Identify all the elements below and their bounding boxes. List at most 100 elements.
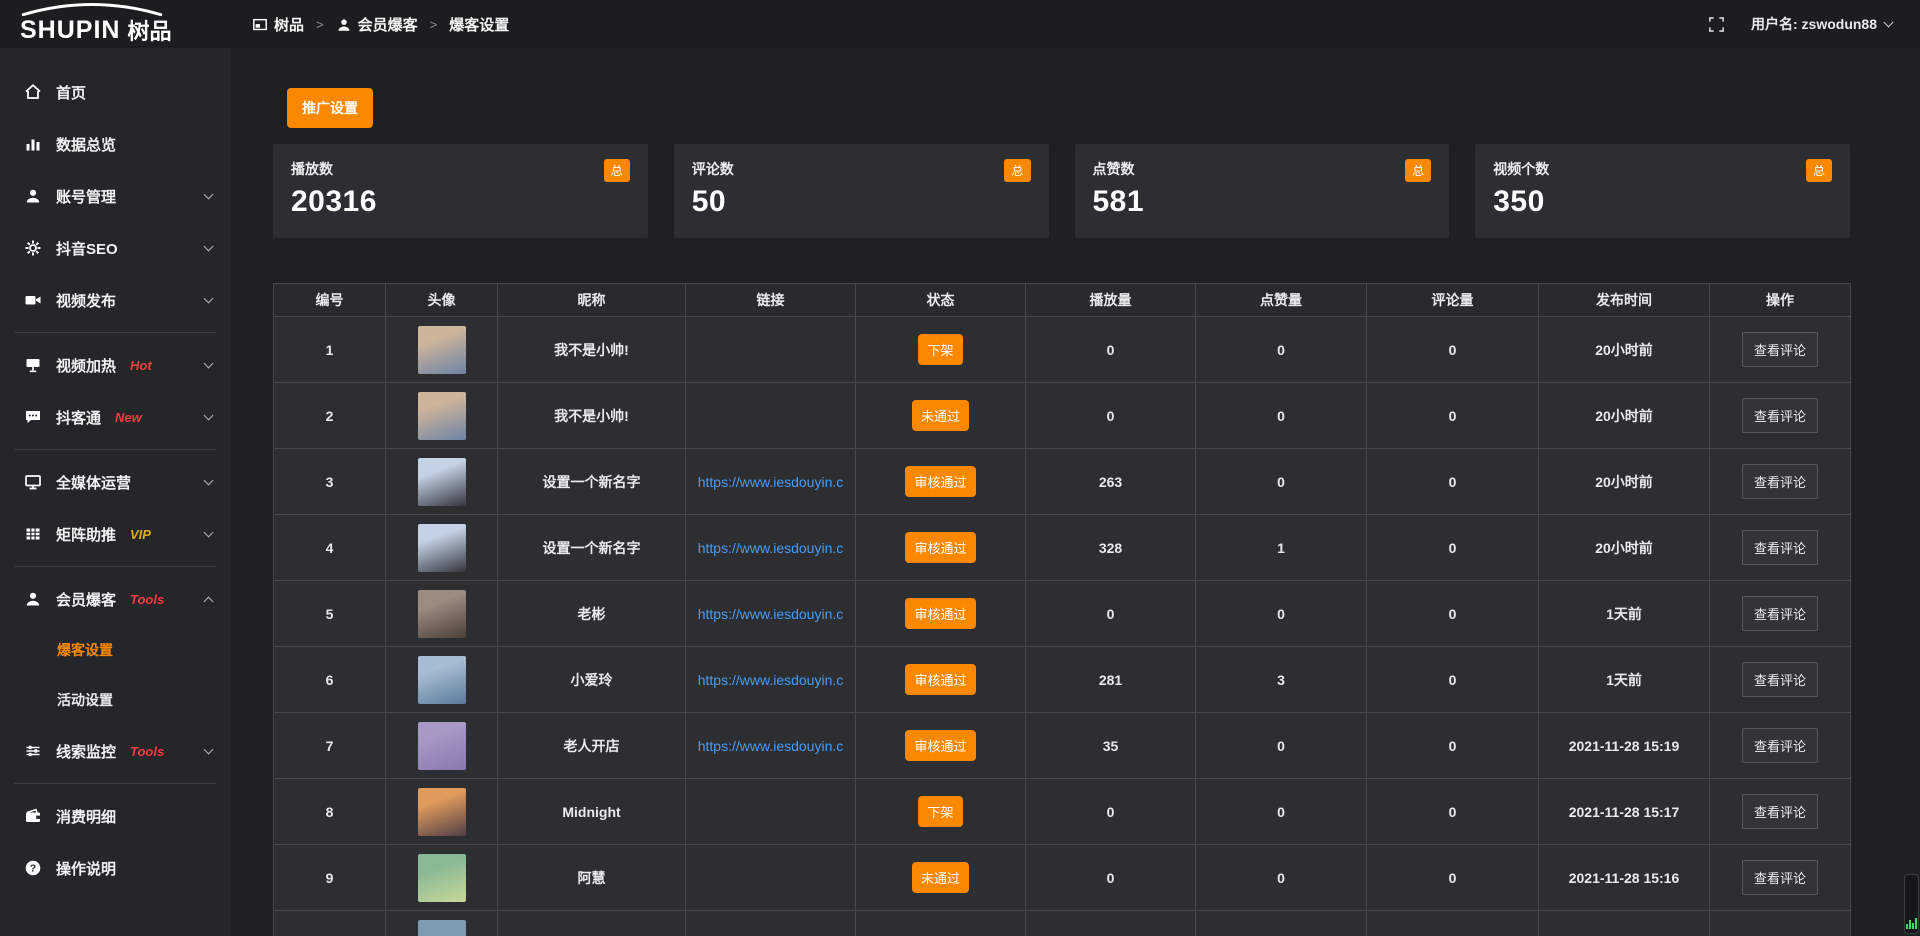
action-cell: [1710, 911, 1851, 936]
fullscreen-icon[interactable]: [1708, 16, 1725, 33]
sidebar-subitem-label: 爆客设置: [57, 640, 113, 660]
action-cell: 查看评论: [1710, 317, 1851, 383]
screen-icon: [24, 356, 42, 374]
table-header-0: 编号: [274, 284, 386, 317]
view-comments-button[interactable]: 查看评论: [1742, 596, 1818, 631]
breadcrumb-label: 会员爆客: [358, 14, 418, 35]
stat-card-videos: 视频个数 总 350: [1475, 144, 1850, 238]
video-link[interactable]: https://www.iesdouyin.c: [698, 606, 844, 622]
table-header-3: 链接: [686, 284, 856, 317]
total-badge: 总: [1405, 159, 1431, 182]
sidebar-item-data-overview[interactable]: 数据总览: [0, 118, 230, 170]
avatar: [418, 854, 466, 902]
avatar: [418, 722, 466, 770]
video-icon: [24, 291, 42, 309]
comments-count: 0: [1367, 647, 1539, 713]
user-icon: [336, 16, 352, 32]
member-icon: [24, 590, 42, 608]
stat-card-comments: 评论数 总 50: [674, 144, 1049, 238]
sidebar-item-operation-guide[interactable]: ?操作说明: [0, 842, 230, 894]
equalizer-bars-icon: [1906, 918, 1917, 929]
avatar: [418, 392, 466, 440]
status-badge[interactable]: 审核通过: [905, 730, 975, 761]
video-link[interactable]: https://www.iesdouyin.c: [698, 474, 844, 490]
user-menu[interactable]: 用户名: zswodun88: [1751, 14, 1892, 34]
sidebar-item-matrix-boost[interactable]: 矩阵助推VIP: [0, 508, 230, 560]
status-badge[interactable]: 审核通过: [905, 664, 975, 695]
view-comments-button[interactable]: 查看评论: [1742, 530, 1818, 565]
wallet-icon: [24, 807, 42, 825]
floating-widget[interactable]: [1904, 874, 1919, 934]
breadcrumb-separator: >: [316, 17, 324, 32]
sidebar-item-label: 账号管理: [56, 186, 116, 207]
plays-count: 0: [1026, 845, 1196, 911]
grid-icon: [24, 525, 42, 543]
sidebar-item-media-operation[interactable]: 全媒体运营: [0, 456, 230, 508]
stats-row: 播放数 总 20316 评论数 总 50 点赞数 总 581: [273, 144, 1850, 238]
sidebar-divider: [14, 332, 216, 333]
table-header-1: 头像: [386, 284, 498, 317]
sidebar-item-clue-monitor[interactable]: 线索监控Tools: [0, 725, 230, 777]
view-comments-button[interactable]: 查看评论: [1742, 728, 1818, 763]
chevron-down-icon: [204, 294, 214, 304]
sidebar-item-home[interactable]: 首页: [0, 66, 230, 118]
logo-text-cn: 树品: [127, 21, 171, 43]
chat-icon: [24, 408, 42, 426]
nickname: 设置一个新名字: [498, 449, 686, 515]
table-row: 8Midnight下架0002021-11-28 15:17查看评论: [274, 779, 1851, 845]
view-comments-button[interactable]: 查看评论: [1742, 464, 1818, 499]
status-cell: [856, 911, 1026, 936]
sidebar-item-consume-detail[interactable]: 消费明细: [0, 790, 230, 842]
row-number: 7: [274, 713, 386, 779]
sidebar-item-account-manage[interactable]: 账号管理: [0, 170, 230, 222]
sidebar-item-douyin-seo[interactable]: 抖音SEO: [0, 222, 230, 274]
action-cell: 查看评论: [1710, 383, 1851, 449]
view-comments-button[interactable]: 查看评论: [1742, 398, 1818, 433]
status-badge[interactable]: 审核通过: [905, 532, 975, 563]
logo-text-en: SHUPIN: [20, 18, 120, 43]
action-cell: 查看评论: [1710, 845, 1851, 911]
view-comments-button[interactable]: 查看评论: [1742, 860, 1818, 895]
publish-time: [1539, 911, 1710, 936]
avatar-cell: [386, 317, 498, 383]
sidebar-subitem-baoke-settings[interactable]: 爆客设置: [0, 625, 230, 675]
status-badge[interactable]: 下架: [918, 334, 962, 365]
status-badge[interactable]: 下架: [918, 796, 962, 827]
breadcrumb-item-member-baoke[interactable]: 会员爆客: [336, 14, 418, 35]
link-cell: [686, 383, 856, 449]
video-link[interactable]: https://www.iesdouyin.c: [698, 672, 844, 688]
status-badge[interactable]: 审核通过: [905, 598, 975, 629]
logo[interactable]: SHUPIN 树品: [0, 0, 230, 48]
table-header-9: 操作: [1710, 284, 1851, 317]
status-badge[interactable]: 未通过: [912, 400, 969, 431]
avatar-cell: [386, 779, 498, 845]
publish-time: 20小时前: [1539, 449, 1710, 515]
video-link[interactable]: https://www.iesdouyin.c: [698, 540, 844, 556]
view-comments-button[interactable]: 查看评论: [1742, 662, 1818, 697]
nickname: 设置一个新名字: [498, 515, 686, 581]
avatar-cell: [386, 911, 498, 936]
topbar-right: 用户名: zswodun88: [1708, 14, 1920, 34]
sidebar-subitem-activity-settings[interactable]: 活动设置: [0, 675, 230, 725]
stat-value: 20316: [291, 185, 630, 219]
table-row: [274, 911, 1851, 936]
sidebar-item-label: 抖音SEO: [56, 238, 118, 259]
status-badge[interactable]: 未通过: [912, 862, 969, 893]
row-number: [274, 911, 386, 936]
sidebar-item-video-heat[interactable]: 视频加热Hot: [0, 339, 230, 391]
sidebar-item-douketong[interactable]: 抖客通New: [0, 391, 230, 443]
avatar: [418, 920, 466, 936]
view-comments-button[interactable]: 查看评论: [1742, 794, 1818, 829]
table-header-5: 播放量: [1026, 284, 1196, 317]
avatar-cell: [386, 647, 498, 713]
link-cell: [686, 779, 856, 845]
video-link[interactable]: https://www.iesdouyin.c: [698, 738, 844, 754]
breadcrumb-item-shupin[interactable]: 树品: [252, 14, 304, 35]
status-badge[interactable]: 审核通过: [905, 466, 975, 497]
layout: 首页数据总览账号管理抖音SEO 视频发布视频加热Hot抖客通New 全媒体运营矩阵助…: [0, 48, 1920, 936]
view-comments-button[interactable]: 查看评论: [1742, 332, 1818, 367]
promote-settings-button[interactable]: 推广设置: [287, 88, 373, 128]
table-body: 1我不是小帅!下架00020小时前查看评论2我不是小帅!未通过00020小时前查…: [274, 317, 1851, 936]
sidebar-item-member-baoke[interactable]: 会员爆客Tools: [0, 573, 230, 625]
sidebar-item-video-publish[interactable]: 视频发布: [0, 274, 230, 326]
